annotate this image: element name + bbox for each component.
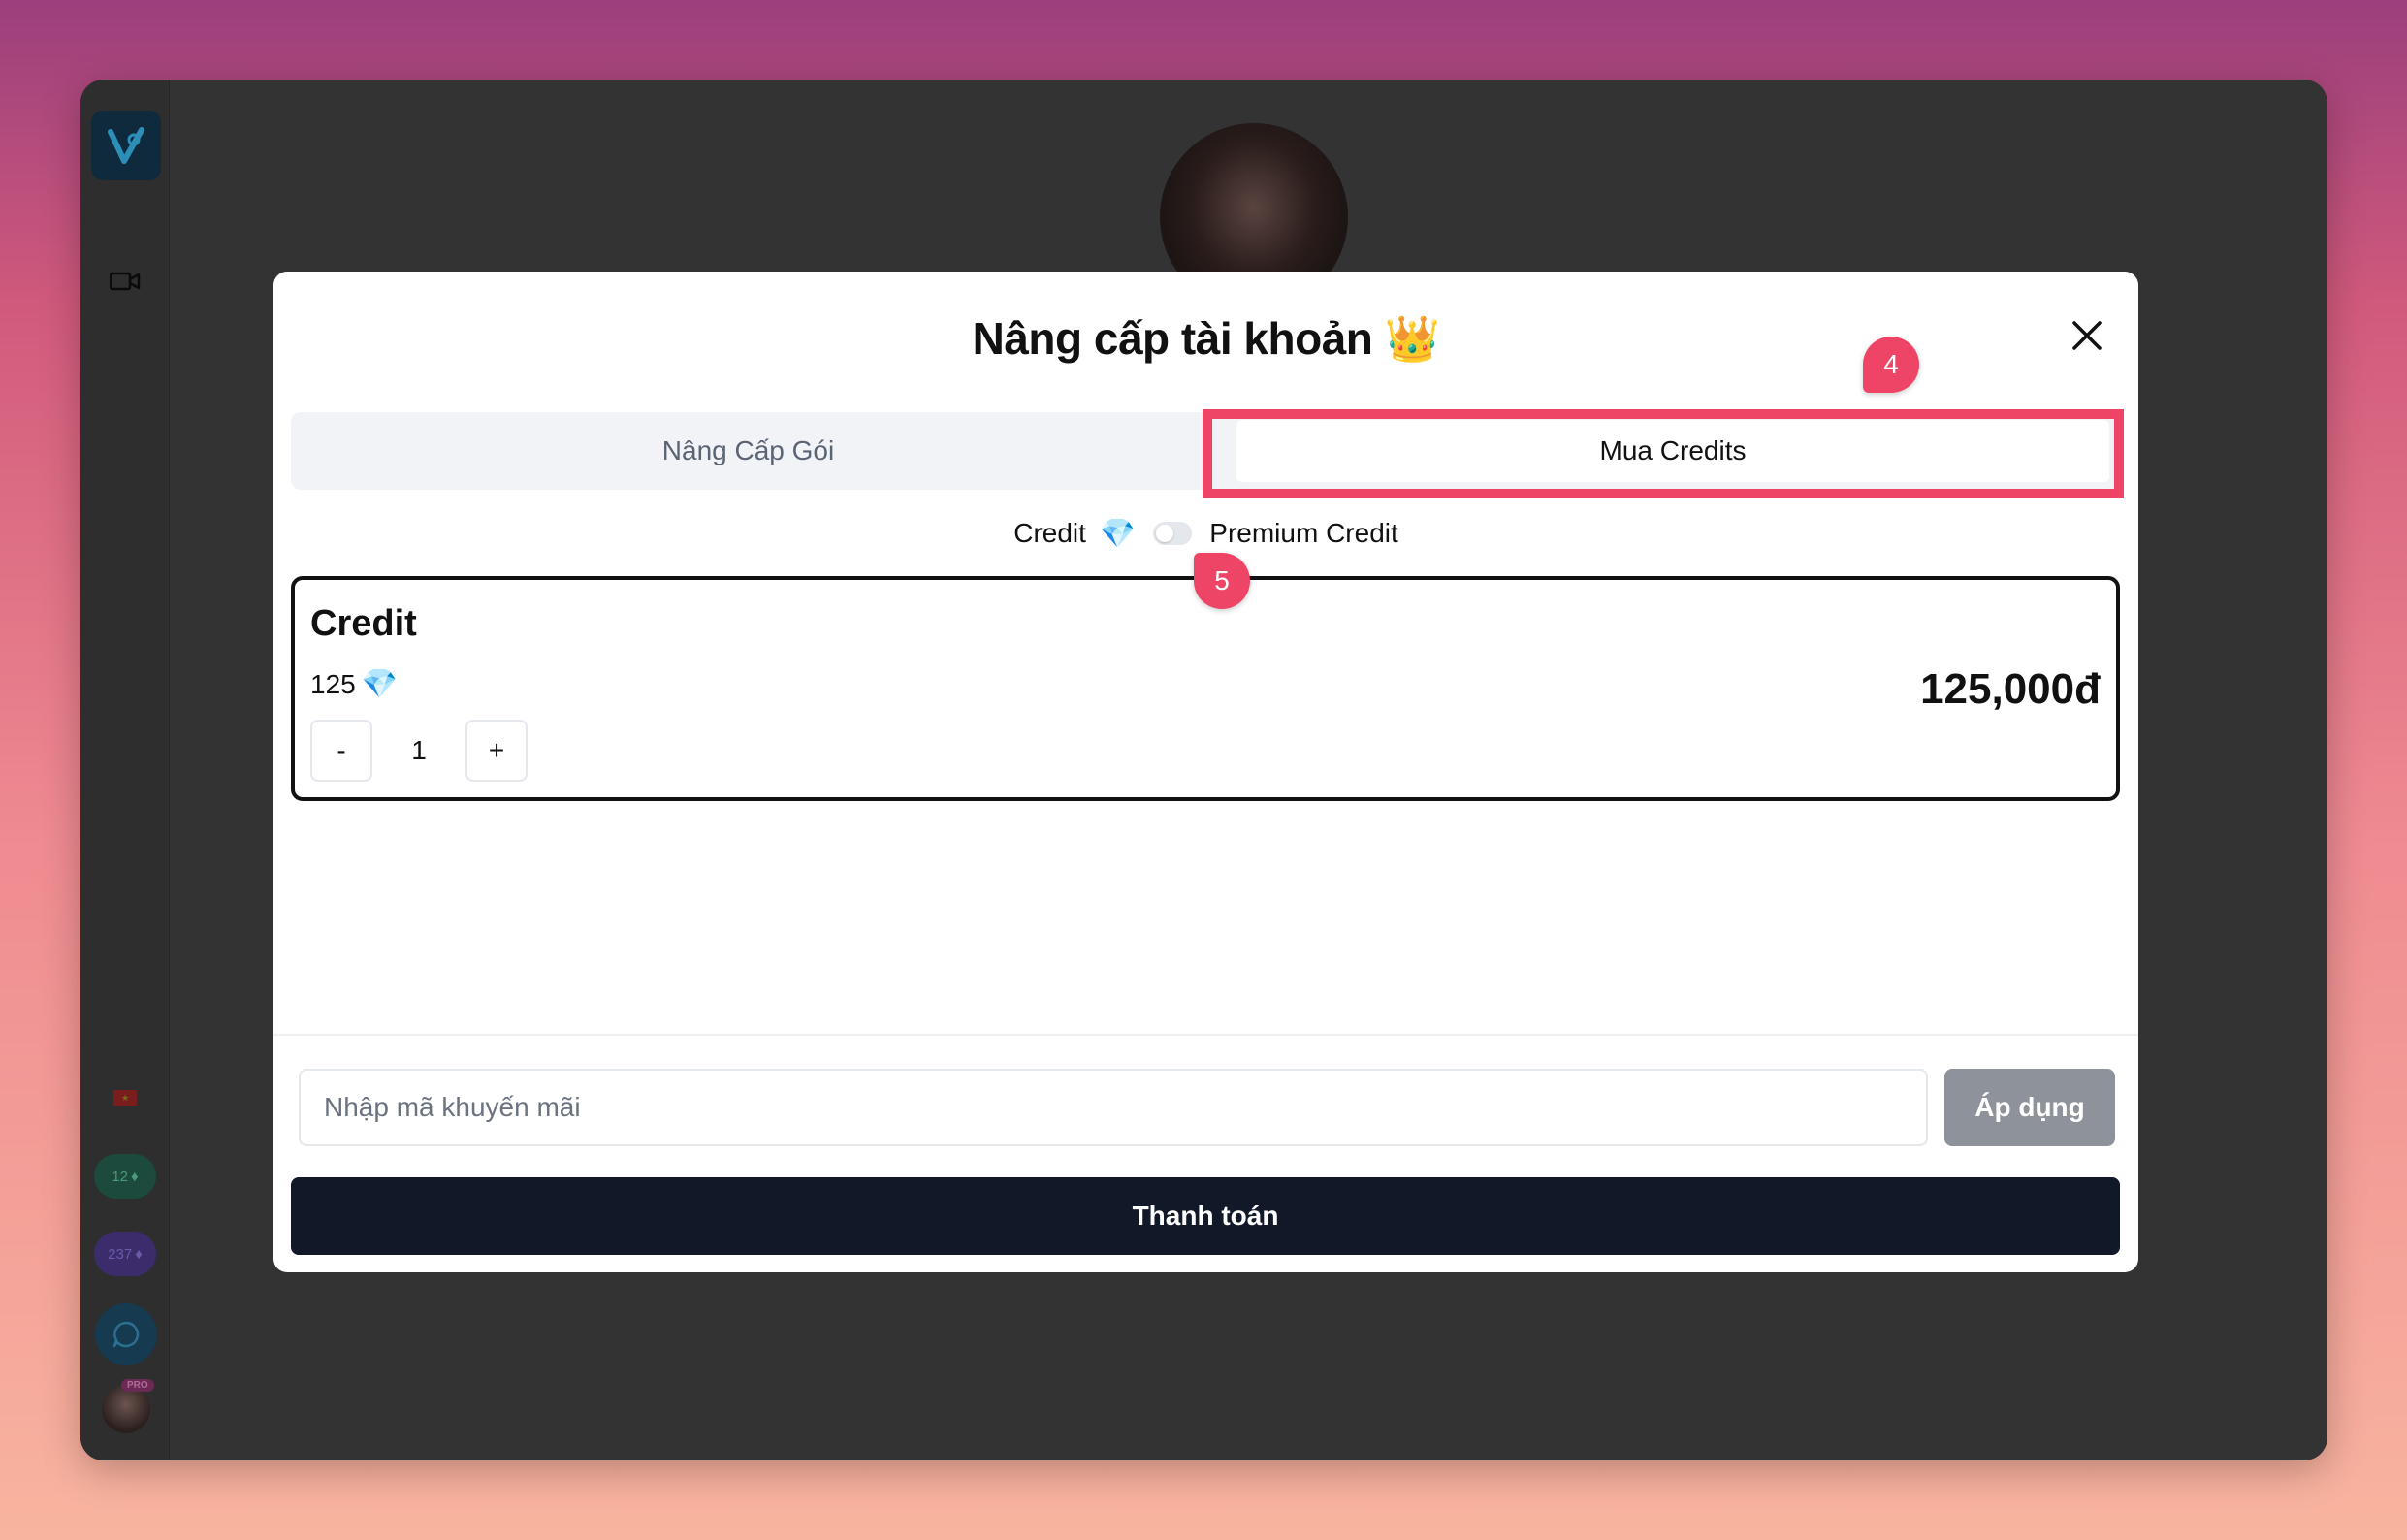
product-price: 125,000đ — [1920, 665, 2101, 713]
decrease-quantity-button[interactable]: - — [310, 720, 372, 782]
apply-promo-button[interactable]: Áp dụng — [1944, 1069, 2115, 1146]
footer-divider — [273, 1034, 2138, 1036]
product-amount-value: 125 — [310, 668, 356, 699]
credit-balance-badge[interactable]: 12 ♦ — [94, 1154, 156, 1199]
switch-knob — [1156, 525, 1174, 542]
gem-icon: 💎 — [1099, 517, 1137, 550]
user-avatar[interactable] — [102, 1385, 150, 1433]
video-camera-icon[interactable] — [109, 270, 141, 298]
promo-code-input[interactable] — [299, 1069, 1928, 1146]
flag-icon[interactable]: ★ — [113, 1090, 137, 1106]
premium-balance-count: 237 — [108, 1245, 133, 1263]
chat-button[interactable] — [95, 1303, 157, 1365]
premium-balance-badge[interactable]: 237 ♦ — [94, 1232, 156, 1276]
tab-bar: Nâng Cấp Gói Mua Credits — [291, 412, 2120, 490]
product-name: Credit — [310, 603, 417, 644]
upgrade-modal: Nâng cấp tài khoản 👑 Nâng Cấp Gói Mua Cr… — [273, 272, 2138, 1272]
app-logo[interactable] — [91, 111, 161, 180]
credit-product-card[interactable]: Credit 125 💎 125,000đ - 1 + — [291, 576, 2120, 801]
close-icon — [2072, 321, 2102, 350]
tab-upgrade-plan[interactable]: Nâng Cấp Gói — [291, 412, 1205, 490]
gem-icon: 💎 — [361, 668, 399, 700]
annotation-marker-4: 4 — [1863, 337, 1919, 393]
gem-icon: ♦ — [131, 1168, 139, 1185]
gem-icon: ♦ — [135, 1245, 143, 1263]
chat-icon — [112, 1321, 140, 1348]
product-amount: 125 💎 — [310, 667, 398, 701]
credit-balance-count: 12 — [112, 1168, 129, 1185]
annotation-marker-5: 5 — [1194, 553, 1250, 609]
pay-button[interactable]: Thanh toán — [291, 1177, 2120, 1255]
modal-title: Nâng cấp tài khoản 👑 — [972, 313, 1440, 364]
credit-type-switch[interactable] — [1153, 522, 1193, 545]
increase-quantity-button[interactable]: + — [465, 720, 528, 782]
tab-buy-credits[interactable]: Mua Credits — [1236, 420, 2109, 482]
credit-label: Credit — [1013, 518, 1086, 548]
pro-badge: PRO — [121, 1379, 154, 1392]
quantity-stepper: - 1 + — [310, 720, 528, 782]
quantity-value: 1 — [411, 735, 427, 765]
close-button[interactable] — [2064, 312, 2110, 359]
premium-credit-label: Premium Credit — [1209, 518, 1398, 548]
sidebar: ★ 12 ♦ 237 ♦ PRO — [80, 80, 170, 1460]
logo-icon — [108, 127, 144, 164]
